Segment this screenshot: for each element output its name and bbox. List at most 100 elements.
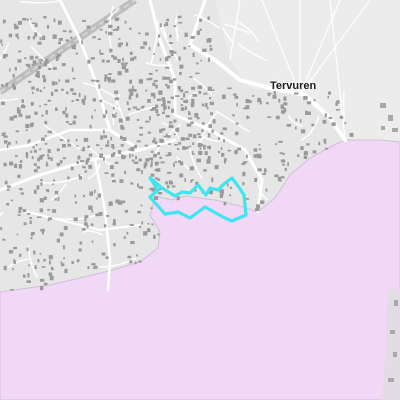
building	[44, 135, 47, 137]
map-view[interactable]: Tervuren	[0, 0, 400, 400]
building	[37, 41, 42, 45]
building	[300, 129, 306, 134]
building	[129, 153, 131, 158]
building	[287, 162, 289, 167]
building	[112, 29, 115, 31]
building	[188, 45, 191, 47]
building	[86, 157, 91, 161]
building	[31, 86, 35, 90]
building	[201, 129, 204, 133]
building	[114, 97, 120, 101]
building	[145, 89, 148, 92]
building	[184, 178, 186, 182]
building	[90, 57, 95, 60]
building	[138, 32, 141, 35]
building	[165, 66, 170, 69]
building	[52, 34, 57, 39]
building	[257, 154, 262, 159]
building	[47, 156, 51, 160]
building	[36, 185, 40, 190]
building	[184, 91, 189, 93]
building	[53, 67, 57, 70]
building	[22, 104, 24, 106]
building	[176, 147, 180, 150]
building	[161, 97, 166, 101]
building	[295, 126, 297, 130]
building	[74, 194, 77, 198]
building	[167, 171, 172, 174]
building	[220, 193, 224, 196]
building	[98, 212, 103, 216]
building	[94, 109, 96, 112]
building	[280, 176, 285, 179]
building	[72, 77, 76, 80]
building	[56, 238, 60, 243]
building	[111, 173, 115, 177]
place-label[interactable]: Tervuren	[270, 80, 316, 92]
building	[135, 93, 139, 98]
building	[328, 91, 331, 95]
building	[25, 129, 28, 132]
building	[262, 173, 266, 175]
building	[180, 104, 184, 106]
building	[120, 144, 124, 147]
building	[131, 154, 134, 157]
building	[117, 59, 121, 63]
building	[194, 113, 199, 118]
building	[33, 250, 36, 255]
building	[195, 62, 199, 65]
building	[294, 92, 299, 95]
building	[47, 209, 51, 211]
building	[61, 88, 64, 91]
building	[18, 207, 23, 211]
building	[157, 178, 161, 181]
building	[39, 198, 44, 203]
building	[109, 48, 113, 52]
building	[55, 107, 58, 111]
building	[336, 100, 340, 104]
building	[31, 22, 37, 24]
building	[1, 101, 5, 105]
building	[87, 266, 90, 269]
building	[99, 99, 103, 103]
building	[159, 23, 162, 28]
building	[41, 35, 46, 40]
building	[54, 190, 59, 195]
building	[129, 260, 133, 264]
building	[166, 55, 171, 58]
building	[58, 20, 62, 25]
building	[205, 92, 208, 95]
building	[110, 165, 114, 170]
building	[185, 137, 190, 141]
building	[18, 113, 23, 117]
building	[242, 171, 246, 177]
building	[166, 76, 171, 80]
building	[154, 141, 158, 145]
building	[156, 145, 161, 147]
building	[78, 92, 81, 98]
building	[190, 36, 194, 39]
building	[1, 44, 4, 46]
building	[179, 173, 184, 178]
building	[59, 232, 64, 237]
building	[150, 109, 154, 111]
building	[305, 110, 308, 115]
building	[177, 15, 182, 19]
building	[6, 202, 10, 206]
building	[299, 119, 302, 123]
building	[275, 143, 278, 146]
building	[196, 30, 200, 35]
building	[78, 248, 82, 252]
building	[200, 59, 202, 62]
building	[117, 71, 122, 76]
building	[197, 133, 201, 136]
building	[241, 163, 246, 165]
building	[41, 154, 45, 157]
building	[178, 56, 181, 61]
building	[192, 94, 197, 97]
building	[143, 164, 146, 169]
building	[81, 228, 86, 231]
building	[159, 128, 163, 133]
building	[36, 71, 40, 75]
building	[47, 149, 51, 154]
